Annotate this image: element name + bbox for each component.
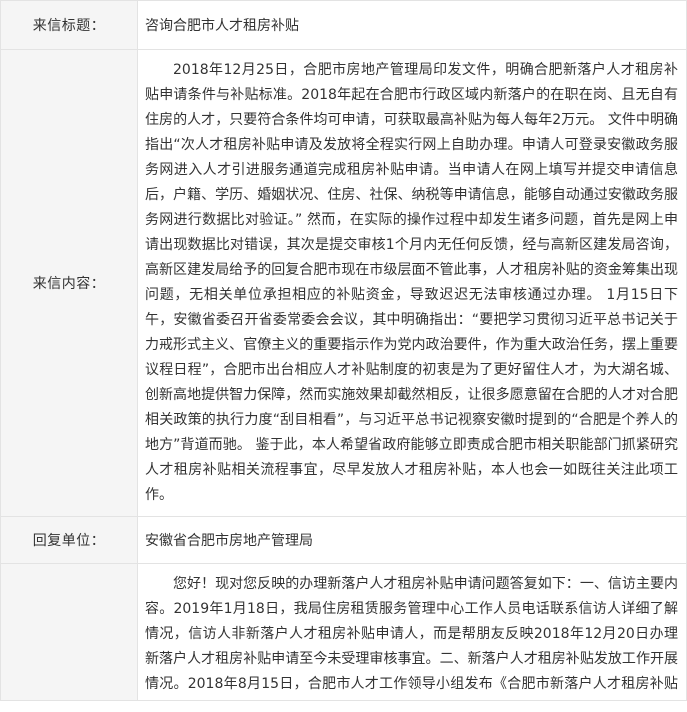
reply-text: 您好！现对您反映的办理新落户人才租房补贴申请问题答复如下：一、信访主要内容。20… [145, 576, 678, 692]
unit-row: 回复单位： 安徽省合肥市房地产管理局 [0, 516, 687, 564]
reply-label [0, 563, 138, 701]
reply-clip: 您好！现对您反映的办理新落户人才租房补贴申请问题答复如下：一、信访主要内容。20… [145, 572, 678, 700]
title-value: 咨询合肥市人才租房补贴 [137, 0, 687, 50]
reply-row: 您好！现对您反映的办理新落户人才租房补贴申请问题答复如下：一、信访主要内容。20… [0, 563, 687, 701]
content-label: 来信内容： [0, 49, 138, 517]
unit-value: 安徽省合肥市房地产管理局 [137, 516, 687, 564]
reply-cell: 您好！现对您反映的办理新落户人才租房补贴申请问题答复如下：一、信访主要内容。20… [137, 563, 687, 701]
content-cell: 2018年12月25日，合肥市房地产管理局印发文件，明确合肥新落户人才租房补贴申… [137, 49, 687, 517]
content-text: 2018年12月25日，合肥市房地产管理局印发文件，明确合肥新落户人才租房补贴申… [145, 62, 678, 503]
title-row: 来信标题： 咨询合肥市人才租房补贴 [0, 0, 687, 50]
letter-detail-table: 来信标题： 咨询合肥市人才租房补贴 来信内容： 2018年12月25日，合肥市房… [0, 0, 687, 701]
content-row: 来信内容： 2018年12月25日，合肥市房地产管理局印发文件，明确合肥新落户人… [0, 49, 687, 517]
title-label: 来信标题： [0, 0, 138, 50]
unit-label: 回复单位： [0, 516, 138, 564]
